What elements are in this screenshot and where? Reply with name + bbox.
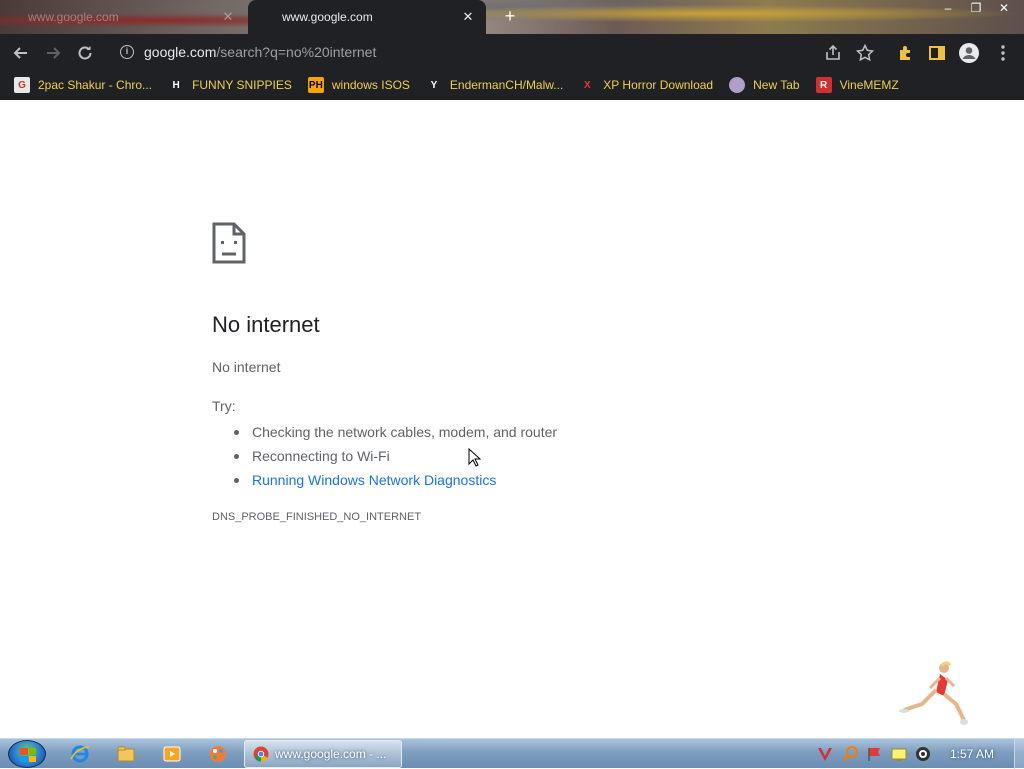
tab-inactive[interactable]: www.google.com ✕ [14,0,246,34]
paint-icon[interactable] [208,744,228,764]
network-diagnostics-link[interactable]: Running Windows Network Diagnostics [233,468,557,492]
browser-window: www.google.com ✕ www.google.com ✕ + – ❐ … [0,0,1024,738]
taskbar: www.google.com - ... 1:57 AM [0,738,1024,769]
bookmark-favicon-icon: R [815,77,832,93]
page-title: No internet [212,312,320,337]
bookmark-item[interactable]: G 2pac Shakur - Chro... [14,77,152,93]
bookmark-item[interactable]: Y EndermanCH/Malw... [425,77,564,93]
mouse-cursor-icon [468,447,482,468]
file-explorer-icon[interactable] [116,744,136,764]
site-info-icon[interactable]: i [120,45,134,59]
menu-icon[interactable] [992,42,1014,64]
taskbar-clock[interactable]: 1:57 AM [950,747,994,761]
url-text: google.com/search?q=no%20internet [144,44,376,60]
bookmark-label: EndermanCH/Malw... [449,78,564,92]
start-button[interactable] [8,740,46,768]
media-player-icon[interactable] [162,744,182,764]
star-icon[interactable] [854,42,876,64]
tab-active[interactable]: www.google.com ✕ [248,0,486,34]
url-domain: google.com [144,44,217,60]
error-page: No internet No internet Try: Checking th… [0,102,1024,738]
toolbar: i google.com/search?q=no%20internet [0,34,1024,70]
chrome-icon [253,746,269,762]
reload-icon[interactable] [74,42,96,64]
forward-icon[interactable] [42,42,64,64]
tab-title: www.google.com [28,10,119,24]
page-subtitle: No internet [212,359,281,375]
taskbar-chrome-item[interactable]: www.google.com - ... [244,740,402,768]
error-code: DNS_PROBE_FINISHED_NO_INTERNET [212,511,422,523]
taskbar-item-label: www.google.com - ... [275,747,387,761]
bookmark-item[interactable]: H FUNNY SNIPPIES [168,77,292,93]
profile-icon[interactable] [958,42,980,64]
bookmarks-bar: G 2pac Shakur - Chro... H FUNNY SNIPPIES PH w… [0,70,1024,100]
antivirus-icon[interactable] [816,745,834,763]
share-icon[interactable] [822,42,844,64]
bookmark-favicon-icon: H [168,77,185,93]
suggestion-list: Checking the network cables, modem, and … [233,420,557,492]
flag-icon[interactable] [866,745,884,763]
bookmark-label: windows ISOS [331,78,410,92]
bookmark-favicon-icon: X [579,77,596,93]
volume-icon[interactable] [914,745,932,763]
show-desktop-button[interactable] [1014,739,1024,769]
bookmark-item[interactable]: New Tab [729,77,800,93]
extensions-icon[interactable] [894,42,916,64]
search-tray-icon[interactable] [842,745,860,763]
bookmark-label: 2pac Shakur - Chro... [38,78,153,92]
internet-explorer-icon[interactable] [70,744,90,764]
network-icon[interactable] [890,745,908,763]
restore-button[interactable]: ❐ [962,0,990,18]
bookmark-label: XP Horror Download [603,78,714,92]
back-icon[interactable] [10,42,32,64]
bookmark-favicon-icon: G [14,77,30,93]
tab-title: www.google.com [282,10,373,24]
suggestion-item: Checking the network cables, modem, and … [233,420,557,444]
bookmark-label: VineMEMZ [839,78,899,92]
address-bar[interactable]: i google.com/search?q=no%20internet [108,38,892,66]
bookmark-favicon-icon: Y [425,77,442,93]
bookmark-label: FUNNY SNIPPIES [192,78,292,92]
bookmark-item[interactable]: R VineMEMZ [815,77,899,93]
try-label: Try: [212,398,236,414]
sad-page-icon [212,222,246,264]
side-panel-icon[interactable] [926,42,948,64]
bookmark-label: New Tab [753,78,800,92]
url-path: /search?q=no%20internet [216,44,377,60]
close-window-button[interactable]: ✕ [990,0,1018,18]
bookmark-item[interactable]: X XP Horror Download [579,77,713,93]
new-tab-button[interactable]: + [500,6,520,26]
close-icon[interactable]: ✕ [460,9,476,25]
close-icon[interactable]: ✕ [220,9,236,25]
minimize-button[interactable]: – [934,0,962,18]
bookmark-item[interactable]: PH windows ISOS [307,77,410,93]
suggestion-item: Reconnecting to Wi-Fi [233,444,557,468]
window-controls: – ❐ ✕ [934,0,1018,18]
bookmark-favicon-icon: PH [307,77,324,93]
windows-logo-icon [20,748,36,762]
bookmark-favicon-icon [729,77,746,93]
dancer-figure-icon [898,658,978,738]
title-bar: www.google.com ✕ www.google.com ✕ + – ❐ … [0,0,1024,34]
